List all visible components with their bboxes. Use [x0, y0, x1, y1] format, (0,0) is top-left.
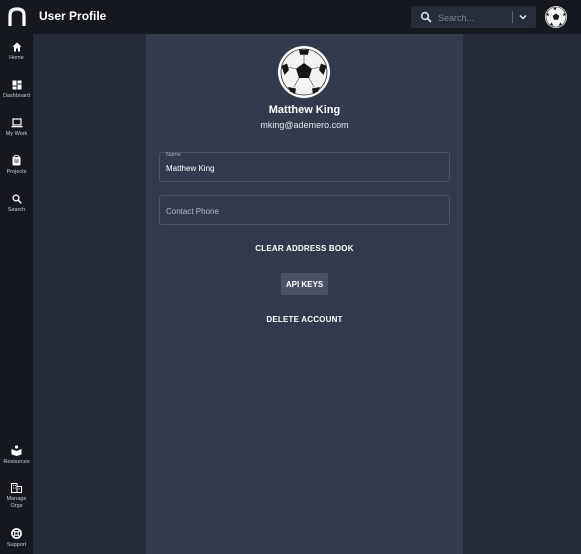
- sidebar-item-search[interactable]: Search: [0, 194, 33, 214]
- soccer-ball-icon: [280, 48, 328, 96]
- sidebar: Home Dashboard My Work Projects Search R…: [0, 34, 33, 554]
- profile-name: Matthew King: [268, 104, 341, 116]
- search-input[interactable]: [436, 9, 520, 27]
- name-field-label: Name: [166, 152, 181, 158]
- sidebar-item-label: Home: [9, 55, 24, 61]
- clipboard-icon: [12, 155, 21, 166]
- search-divider: [512, 11, 513, 23]
- sidebar-item-manage-orgs[interactable]: Manage Orgs: [0, 483, 33, 510]
- left-panel: [33, 34, 146, 554]
- chevron-down-icon[interactable]: [517, 11, 529, 23]
- sidebar-item-label: Manage Orgs: [0, 496, 33, 510]
- home-icon: [12, 42, 21, 52]
- delete-account-button[interactable]: DELETE ACCOUNT: [146, 315, 463, 324]
- sidebar-item-label: Support: [6, 542, 27, 548]
- sidebar-item-resources[interactable]: Resources: [0, 445, 33, 466]
- contact-phone-field[interactable]: [159, 195, 450, 225]
- sidebar-item-label: Dashboard: [3, 93, 30, 99]
- name-input[interactable]: [166, 161, 436, 175]
- search-box[interactable]: [411, 6, 536, 28]
- contact-phone-input[interactable]: [166, 204, 436, 218]
- sidebar-item-label: Projects: [6, 169, 27, 175]
- clear-address-book-button[interactable]: CLEAR ADDRESS BOOK: [146, 244, 463, 253]
- api-keys-button[interactable]: API KEYS: [281, 273, 328, 295]
- sidebar-item-label: Resources: [3, 459, 30, 465]
- lifebuoy-icon: [11, 528, 22, 539]
- page-title: User Profile: [39, 9, 107, 23]
- soccer-ball-icon: [545, 6, 567, 28]
- sidebar-item-label-line2: Orgs: [10, 503, 23, 509]
- profile-avatar[interactable]: [278, 46, 330, 98]
- user-avatar[interactable]: [545, 6, 567, 28]
- sidebar-item-label-line1: Manage: [6, 496, 27, 502]
- search-icon: [420, 11, 432, 23]
- sidebar-item-home[interactable]: Home: [0, 42, 33, 62]
- search-icon: [11, 194, 22, 204]
- resources-icon: [11, 445, 22, 456]
- sidebar-item-dashboard[interactable]: Dashboard: [0, 80, 33, 100]
- sidebar-item-label: Search: [7, 207, 26, 213]
- top-bar: User Profile: [0, 0, 581, 34]
- profile-panel: Matthew King mking@ademero.com Name CLEA…: [146, 34, 463, 554]
- right-panel: [463, 34, 581, 554]
- sidebar-item-label: My Work: [5, 131, 28, 137]
- sidebar-item-my-work[interactable]: My Work: [0, 118, 33, 138]
- dashboard-icon: [12, 80, 21, 90]
- laptop-icon: [11, 118, 22, 128]
- sidebar-item-support[interactable]: Support: [0, 528, 33, 549]
- building-icon: [11, 483, 22, 493]
- sidebar-item-projects[interactable]: Projects: [0, 155, 33, 176]
- n-logo-icon[interactable]: [8, 7, 26, 27]
- name-field[interactable]: Name: [159, 152, 450, 182]
- profile-email: mking@ademero.com: [260, 120, 349, 130]
